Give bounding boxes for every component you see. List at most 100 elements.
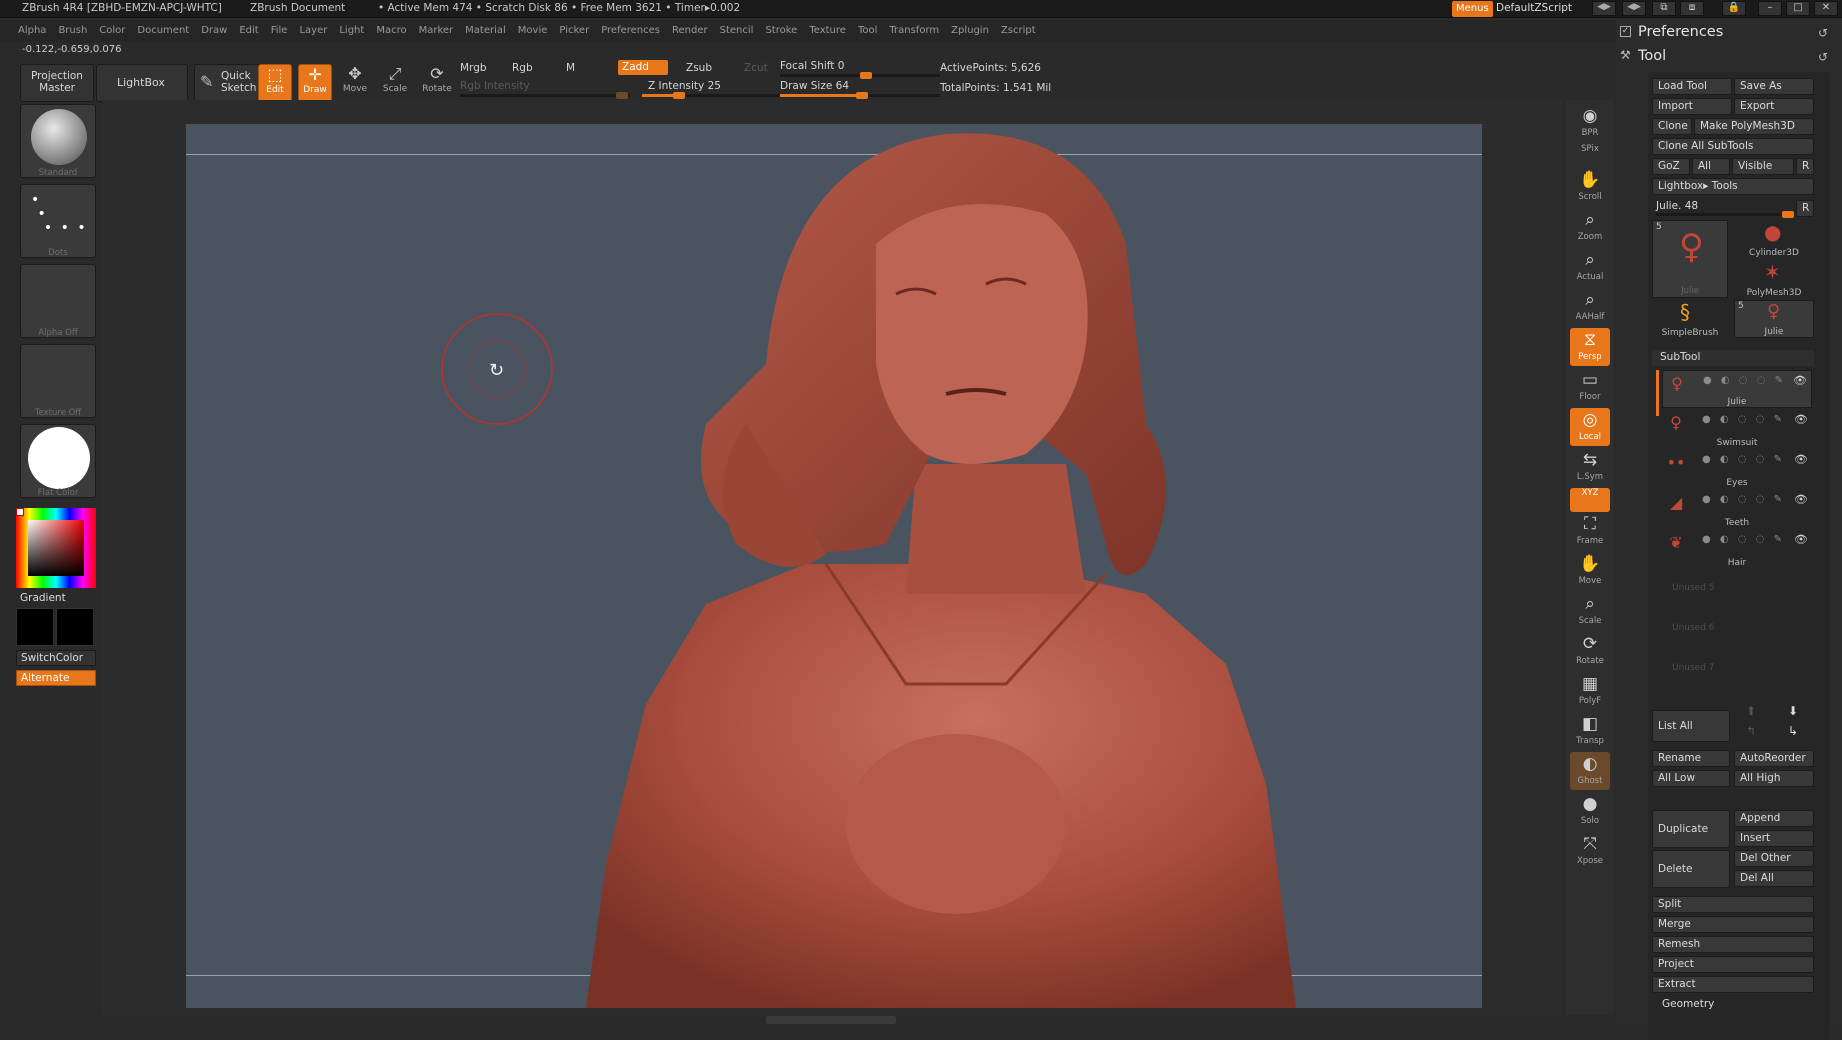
rotate-button[interactable]: ⟳ Rotate bbox=[418, 64, 456, 102]
shelf-xpose-button[interactable]: ⤧ Xpose bbox=[1570, 832, 1610, 870]
subtool-item-swimsuit[interactable]: ♀ ● ◐ ◌ ◌ ✎ 👁 Swimsuit bbox=[1662, 410, 1812, 448]
extract-button[interactable]: Extract bbox=[1652, 976, 1814, 993]
menu-document[interactable]: Document bbox=[137, 20, 189, 42]
shelf-actual-button[interactable]: ⌕ Actual bbox=[1570, 248, 1610, 286]
menu-color[interactable]: Color bbox=[99, 20, 125, 42]
main-color-swatch[interactable] bbox=[16, 608, 54, 646]
menu-stencil[interactable]: Stencil bbox=[720, 20, 754, 42]
goz-all-button[interactable]: All bbox=[1692, 158, 1730, 175]
subtool-scrollbar[interactable] bbox=[1656, 370, 1659, 416]
subtool-header-bar[interactable]: SubTool bbox=[1652, 350, 1814, 366]
maximize-icon[interactable]: □ bbox=[1786, 1, 1810, 16]
subtool-item-julie[interactable]: ♀ ● ◐ ◌ ◌ ✎ 👁 Julie bbox=[1662, 370, 1812, 408]
move-up-left-icon[interactable]: ↰ bbox=[1746, 724, 1756, 738]
shelf-move-button[interactable]: ✋ Move bbox=[1570, 552, 1610, 590]
menu-edit[interactable]: Edit bbox=[239, 20, 258, 42]
shelf-zoom-button[interactable]: ⌕ Zoom bbox=[1570, 208, 1610, 246]
tool-thumb-julie[interactable]: 5 ♀ Julie bbox=[1652, 220, 1728, 298]
projection-master-button[interactable]: Projection Master bbox=[20, 64, 94, 102]
shelf-ghost-button[interactable]: ◐ Ghost bbox=[1570, 752, 1610, 790]
edit-button[interactable]: ⬚ Edit bbox=[258, 64, 292, 102]
insert-button[interactable]: Insert bbox=[1734, 830, 1814, 847]
switchcolor-button[interactable]: SwitchColor bbox=[16, 650, 96, 666]
lock-icon[interactable]: 🔒 bbox=[1722, 1, 1746, 16]
menu-tool[interactable]: Tool bbox=[858, 20, 877, 42]
shelf-floor-button[interactable]: ▭ Floor bbox=[1570, 368, 1610, 406]
goz-button[interactable]: GoZ bbox=[1652, 158, 1690, 175]
eye-icon[interactable]: 👁 bbox=[1793, 374, 1807, 387]
merge-button[interactable]: Merge bbox=[1652, 916, 1814, 933]
menu-transform[interactable]: Transform bbox=[889, 20, 939, 42]
z-intensity-slider[interactable] bbox=[642, 92, 782, 99]
close-icon[interactable]: ✕ bbox=[1814, 1, 1838, 16]
eye-icon[interactable]: 👁 bbox=[1794, 533, 1808, 546]
preferences-header[interactable]: Preferences bbox=[1638, 24, 1723, 40]
menu-draw[interactable]: Draw bbox=[201, 20, 227, 42]
menu-movie[interactable]: Movie bbox=[518, 20, 548, 42]
menu-stroke[interactable]: Stroke bbox=[765, 20, 797, 42]
list-all-button[interactable]: List All bbox=[1652, 710, 1730, 742]
minimize-icon[interactable]: – bbox=[1758, 1, 1782, 16]
tool-slider-knob[interactable] bbox=[1782, 211, 1794, 218]
focal-shift-knob[interactable] bbox=[860, 72, 872, 79]
alternate-button[interactable]: Alternate bbox=[16, 670, 96, 686]
import-button[interactable]: Import bbox=[1652, 98, 1732, 115]
material-selector[interactable]: Flat Color bbox=[20, 424, 96, 498]
focal-shift-slider[interactable] bbox=[780, 72, 940, 79]
gradient-label[interactable]: Gradient bbox=[20, 592, 66, 604]
lightbox-tools-button[interactable]: Lightbox▸ Tools bbox=[1652, 178, 1814, 195]
rgb-intensity-slider[interactable] bbox=[460, 92, 630, 99]
window-tile-icon[interactable]: ⧉ bbox=[1652, 1, 1676, 16]
stroke-selector[interactable]: • • • • • Dots bbox=[20, 184, 96, 258]
rename-button[interactable]: Rename bbox=[1652, 750, 1730, 767]
shelf-transp-button[interactable]: ◧ Transp bbox=[1570, 712, 1610, 750]
tool-slider[interactable] bbox=[1656, 211, 1794, 218]
tool-header[interactable]: Tool bbox=[1638, 48, 1666, 64]
eye-icon[interactable]: 👁 bbox=[1794, 453, 1808, 466]
goz-r-button[interactable]: R bbox=[1796, 158, 1814, 175]
tool-reset-icon[interactable]: ↺ bbox=[1818, 50, 1828, 64]
shelf-rotate-button[interactable]: ⟳ Rotate bbox=[1570, 632, 1610, 670]
shelf-aahalf-button[interactable]: ⌕ AAHalf bbox=[1570, 288, 1610, 326]
shelf-xyz-button[interactable]: ⟲XYZ bbox=[1570, 488, 1610, 512]
tool-thumb-julie-2[interactable]: 5 ♀ Julie bbox=[1734, 300, 1814, 338]
z-intensity-knob[interactable] bbox=[673, 92, 685, 99]
viewport-canvas[interactable]: ↻ bbox=[186, 124, 1482, 1008]
draw-size-slider[interactable] bbox=[780, 92, 940, 99]
scale-button[interactable]: ⤢ Scale bbox=[378, 64, 412, 102]
secondary-color-swatch[interactable] bbox=[56, 608, 94, 646]
tool-thumb-polymesh[interactable]: ✶ PolyMesh3D bbox=[1734, 260, 1814, 298]
draw-size-knob[interactable] bbox=[856, 92, 868, 99]
move-button[interactable]: ✥ Move bbox=[338, 64, 372, 102]
del-all-button[interactable]: Del All bbox=[1734, 870, 1814, 887]
geometry-header[interactable]: Geometry bbox=[1662, 998, 1714, 1010]
menu-layer[interactable]: Layer bbox=[299, 20, 327, 42]
subtool-item-hair[interactable]: ❦ ● ◐ ◌ ◌ ✎ 👁 Hair bbox=[1662, 530, 1812, 568]
subtool-item-teeth[interactable]: ◢ ● ◐ ◌ ◌ ✎ 👁 Teeth bbox=[1662, 490, 1812, 528]
append-button[interactable]: Append bbox=[1734, 810, 1814, 827]
color-picker[interactable] bbox=[16, 508, 96, 588]
clone-button[interactable]: Clone bbox=[1652, 118, 1692, 135]
shelf-frame-button[interactable]: ⛶ Frame bbox=[1570, 512, 1610, 550]
shelf-polyf-button[interactable]: ▦ PolyF bbox=[1570, 672, 1610, 710]
texture-selector[interactable]: Texture Off bbox=[20, 344, 96, 418]
subtool-toggle-icons[interactable]: ● ◐ ◌ ◌ ✎ bbox=[1703, 375, 1786, 386]
menu-texture[interactable]: Texture bbox=[809, 20, 846, 42]
make-polymesh-button[interactable]: Make PolyMesh3D bbox=[1694, 118, 1814, 135]
lightbox-button[interactable]: LightBox bbox=[96, 64, 188, 102]
menu-zscript[interactable]: Zscript bbox=[1001, 20, 1036, 42]
layout-toggle-icon[interactable]: ◀▶ bbox=[1592, 1, 1616, 16]
move-up-icon[interactable]: ⬆ bbox=[1746, 704, 1756, 718]
menu-marker[interactable]: Marker bbox=[419, 20, 454, 42]
goz-visible-button[interactable]: Visible bbox=[1732, 158, 1794, 175]
export-button[interactable]: Export bbox=[1734, 98, 1814, 115]
subtool-toggle-icons[interactable]: ● ◐ ◌ ◌ ✎ bbox=[1702, 414, 1785, 425]
layout-toggle-2-icon[interactable]: ◀▶ bbox=[1622, 1, 1646, 16]
tool-thumb-simplebrush[interactable]: § SimpleBrush bbox=[1652, 300, 1728, 338]
tool-thumb-cylinder[interactable]: ● Cylinder3D bbox=[1734, 220, 1814, 258]
menu-render[interactable]: Render bbox=[672, 20, 708, 42]
menu-zplugin[interactable]: Zplugin bbox=[951, 20, 989, 42]
subtool-toggle-icons[interactable]: ● ◐ ◌ ◌ ✎ bbox=[1702, 454, 1785, 465]
menu-preferences[interactable]: Preferences bbox=[601, 20, 660, 42]
duplicate-button[interactable]: Duplicate bbox=[1652, 810, 1730, 848]
